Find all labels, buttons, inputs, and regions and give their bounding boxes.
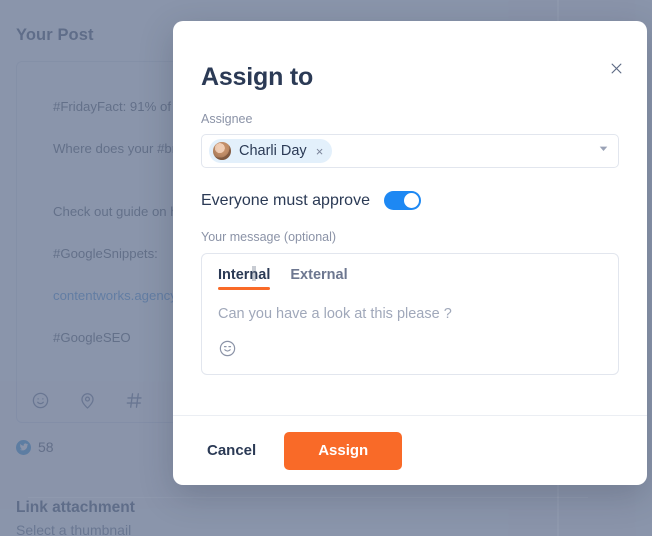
tab-external-label: External xyxy=(290,267,348,283)
assignee-select[interactable]: Charli Day × xyxy=(201,134,619,168)
chevron-down-icon[interactable] xyxy=(597,142,610,160)
dialog-body: Assign to Assignee Charli Day × Everyone… xyxy=(173,21,647,415)
dialog-footer: Cancel Assign xyxy=(173,415,647,485)
assignee-label: Assignee xyxy=(201,112,253,126)
tab-internal[interactable]: Internal xyxy=(218,266,271,290)
everyone-must-approve-label: Everyone must approve xyxy=(201,191,370,209)
dialog-title: Assign to xyxy=(201,63,314,91)
remove-assignee-icon[interactable]: × xyxy=(315,145,325,158)
close-icon[interactable] xyxy=(603,55,629,81)
text-caret xyxy=(252,266,256,281)
assign-button[interactable]: Assign xyxy=(284,431,403,470)
message-tabs: Internal External xyxy=(218,266,602,290)
assign-to-dialog: Assign to Assignee Charli Day × Everyone… xyxy=(173,21,647,485)
tab-internal-label: Internal xyxy=(218,267,271,283)
everyone-must-approve-row: Everyone must approve xyxy=(201,191,619,210)
toggle-knob xyxy=(403,193,419,208)
message-label: Your message (optional) xyxy=(201,230,337,244)
cancel-button[interactable]: Cancel xyxy=(201,434,262,467)
avatar xyxy=(213,142,231,160)
message-toolbar xyxy=(218,339,602,374)
assignee-chip[interactable]: Charli Day × xyxy=(209,139,333,163)
emoji-icon[interactable] xyxy=(218,340,237,362)
message-input[interactable]: Can you have a look at this please ? xyxy=(218,306,602,322)
assignee-chip-label: Charli Day xyxy=(239,143,307,159)
message-composer: Internal External Can you have a look at… xyxy=(201,253,619,375)
everyone-must-approve-toggle[interactable] xyxy=(383,191,421,210)
tab-external[interactable]: External xyxy=(290,267,347,290)
